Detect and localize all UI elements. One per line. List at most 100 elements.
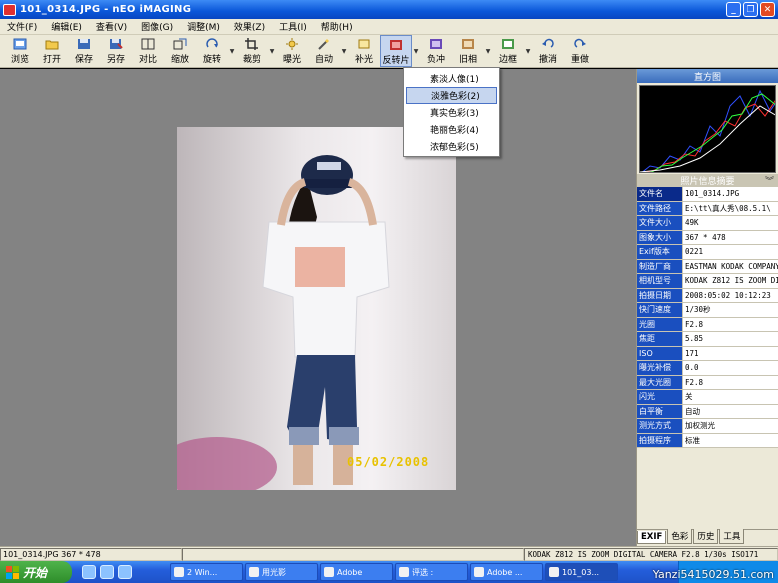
menu-item[interactable]: 工具(I) [272, 20, 314, 33]
dropdown-item[interactable]: 真实色彩(3) [404, 104, 499, 121]
image-workspace[interactable]: 05/02/2008 [0, 69, 636, 546]
panel-tab[interactable]: 工具 [719, 529, 745, 544]
toolbar-button-negative-film[interactable]: 负冲 [420, 35, 452, 67]
close-button[interactable]: ✕ [760, 2, 775, 17]
toolbar-button-label: 自动 [314, 55, 333, 65]
show-desktop-icon[interactable] [118, 565, 132, 579]
taskbar-button[interactable]: 2 Win... [170, 563, 243, 581]
toolbar-button-browse[interactable]: 浏览 [4, 35, 36, 67]
info-value: 自动 [683, 404, 778, 418]
toolbar-button-save-as[interactable]: 另存 [100, 35, 132, 67]
dropdown-arrow-icon[interactable]: ▼ [524, 35, 532, 67]
right-panel: 直方图 照片信息摘要 ︾ 文件名 101_0314.JPG 文件路径 E:\tt\真人… [636, 69, 778, 546]
info-key: 文件名 [637, 187, 683, 201]
info-row: 制造厂商 EASTMAN KODAK COMPANY [637, 259, 778, 274]
undo-icon [541, 38, 555, 50]
menu-item[interactable]: 查看(V) [89, 20, 134, 33]
window-icon [549, 567, 559, 577]
resize-icon [173, 38, 187, 50]
toolbar-button-label: 边框 [498, 55, 517, 65]
window-icon [474, 567, 484, 577]
taskbar-button[interactable]: 101_03... [545, 563, 618, 581]
taskbar-button[interactable]: Adobe ... [470, 563, 543, 581]
photo-canvas[interactable]: 05/02/2008 [177, 127, 456, 490]
info-value: 0221 [683, 245, 778, 259]
info-row: 快门速度 1/30秒 [637, 303, 778, 318]
dropdown-item[interactable]: 艳丽色彩(4) [404, 121, 499, 138]
taskbar-items: 2 Win... 用光影 Adobe 评选 : Adobe ... 101_03... [170, 563, 620, 581]
panel-tab[interactable]: 色彩 [667, 529, 693, 544]
window-icon [249, 567, 259, 577]
dropdown-arrow-icon[interactable]: ▼ [268, 35, 276, 67]
app-icon[interactable] [3, 3, 16, 16]
fill-light-icon [357, 38, 371, 50]
menu-item[interactable]: 帮助(H) [314, 20, 360, 33]
menu-item[interactable]: 文件(F) [0, 20, 44, 33]
info-row: 焦距 5.85 [637, 332, 778, 347]
histogram-header: 直方图 [637, 69, 778, 83]
info-value: F2.8 [683, 375, 778, 389]
toolbar-button-old-photo[interactable]: 旧相 [452, 35, 484, 67]
info-row: 拍摄程序 标准 [637, 433, 778, 448]
toolbar-button-frame[interactable]: 边框 [492, 35, 524, 67]
window-icon [174, 567, 184, 577]
compare-icon [141, 38, 155, 50]
info-key: 文件大小 [637, 216, 683, 230]
media-player-icon[interactable] [100, 565, 114, 579]
taskbar-button[interactable]: 用光影 [245, 563, 318, 581]
toolbar-button-save[interactable]: 保存 [68, 35, 100, 67]
dropdown-arrow-icon[interactable]: ▼ [412, 35, 420, 67]
window-icon [324, 567, 334, 577]
toolbar-button-label: 曝光 [282, 55, 301, 65]
info-key: 图象大小 [637, 230, 683, 244]
minimize-button[interactable]: _ [726, 2, 741, 17]
dropdown-item[interactable]: 素淡人像(1) [404, 70, 499, 87]
toolbar-button-rotate[interactable]: 旋转 [196, 35, 228, 67]
ie-icon[interactable] [82, 565, 96, 579]
toolbar-button-compare[interactable]: 对比 [132, 35, 164, 67]
toolbar-button-redo[interactable]: 重做 [564, 35, 596, 67]
taskbar-button[interactable]: Adobe [320, 563, 393, 581]
start-button[interactable]: 开始 [0, 561, 72, 583]
dropdown-arrow-icon[interactable]: ▼ [340, 35, 348, 67]
info-value: 0.0 [683, 361, 778, 375]
toolbar-button-sun[interactable]: 曝光 [276, 35, 308, 67]
toolbar-button-label: 旧相 [458, 55, 477, 65]
toolbar-button-folder-open[interactable]: 打开 [36, 35, 68, 67]
info-value: 2008:05:02 10:12:23 [683, 288, 778, 302]
toolbar-button-label: 旋转 [202, 55, 221, 65]
taskbar-button[interactable]: 评选 : [395, 563, 468, 581]
dropdown-arrow-icon[interactable]: ▼ [484, 35, 492, 67]
menu-item[interactable]: 调整(M) [180, 20, 227, 33]
toolbar-button-fill-light[interactable]: 补光 [348, 35, 380, 67]
folder-open-icon [45, 38, 59, 50]
info-key: 焦距 [637, 332, 683, 346]
menu-item[interactable]: 效果(Z) [227, 20, 272, 33]
reversal-film-icon [389, 39, 403, 51]
toolbar-button-magic-wand[interactable]: 自动 [308, 35, 340, 67]
dropdown-arrow-icon[interactable]: ▼ [228, 35, 236, 67]
menu-item[interactable]: 图像(G) [134, 20, 180, 33]
collapse-chevron-icon[interactable]: ︾ [765, 174, 774, 187]
toolbar-button-undo[interactable]: 撤消 [532, 35, 564, 67]
toolbar-button-resize[interactable]: 缩放 [164, 35, 196, 67]
toolbar-button-reversal-film[interactable]: 反转片 [380, 35, 412, 67]
info-key: 拍摄日期 [637, 288, 683, 302]
maximize-button[interactable]: ❐ [743, 2, 758, 17]
info-row: 文件路径 E:\tt\真人秀\08.5.1\ [637, 201, 778, 216]
info-value: 49K [683, 216, 778, 230]
photo-info-header: 照片信息摘要 ︾ [637, 174, 778, 187]
panel-tab[interactable]: 历史 [693, 529, 719, 544]
toolbar-button-label: 补光 [354, 55, 373, 65]
info-row: 白平衡 自动 [637, 404, 778, 419]
toolbar-button-label: 裁剪 [242, 55, 261, 65]
photo-date-stamp: 05/02/2008 [347, 455, 430, 469]
dropdown-item[interactable]: 淡雅色彩(2) [406, 87, 497, 104]
panel-tab[interactable]: EXIF [637, 531, 667, 544]
toolbar-button-crop[interactable]: 裁剪 [236, 35, 268, 67]
menu-item[interactable]: 编辑(E) [44, 20, 89, 33]
dropdown-item[interactable]: 浓郁色彩(5) [404, 138, 499, 155]
watermark-text: Yanzi5415029.51.com [652, 568, 774, 581]
info-row: 测光方式 加权测光 [637, 419, 778, 434]
info-value: F2.8 [683, 317, 778, 331]
